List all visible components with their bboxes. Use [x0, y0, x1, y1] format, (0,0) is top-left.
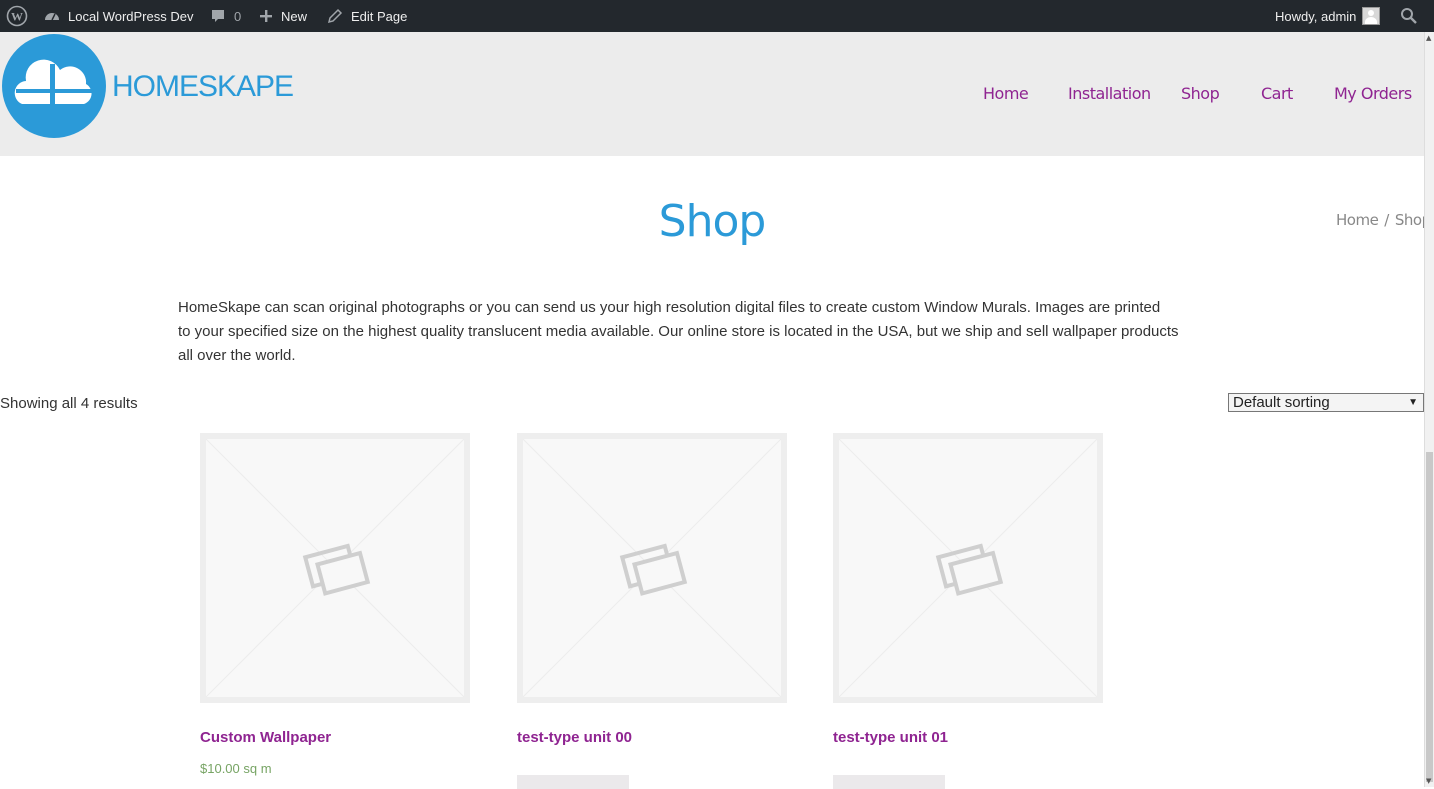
- scroll-down-icon[interactable]: ▼: [1426, 777, 1431, 785]
- sorting-select[interactable]: Default sorting ▼: [1228, 393, 1424, 412]
- page-scrollbar[interactable]: ▲ ▼: [1424, 32, 1434, 787]
- pencil-icon: [327, 8, 343, 24]
- comment-icon: [210, 8, 226, 24]
- product-image[interactable]: [833, 433, 1103, 703]
- product-price: $10.00 sq m: [200, 761, 272, 776]
- dashboard-icon: [44, 8, 60, 24]
- page-title: Shop: [658, 196, 767, 247]
- admin-bar-comments[interactable]: 0: [210, 0, 241, 32]
- nav-home[interactable]: Home: [983, 84, 1029, 103]
- admin-bar-account[interactable]: Howdy, admin: [1275, 0, 1381, 32]
- search-icon[interactable]: [1400, 0, 1418, 32]
- admin-bar-edit-page[interactable]: Edit Page: [327, 0, 407, 32]
- product-card[interactable]: test-type unit 01: [833, 433, 1103, 789]
- scroll-up-icon[interactable]: ▲: [1426, 34, 1431, 42]
- admin-bar: W Local WordPress Dev 0 New Edit Page Ho…: [0, 0, 1434, 32]
- nav-cart[interactable]: Cart: [1261, 84, 1293, 103]
- edit-page-label: Edit Page: [351, 8, 408, 24]
- scrollbar-thumb[interactable]: [1426, 452, 1433, 782]
- site-name: Local WordPress Dev: [68, 8, 194, 24]
- wordpress-logo-icon[interactable]: W: [6, 0, 28, 32]
- placeholder-image-icon: [206, 439, 464, 697]
- nav-shop[interactable]: Shop: [1181, 84, 1220, 103]
- intro-line: HomeSkape can scan original photographs …: [178, 299, 1161, 316]
- placeholder-image-icon: [839, 439, 1097, 697]
- howdy-label: Howdy, admin: [1275, 8, 1357, 24]
- placeholder-image-icon: [523, 439, 781, 697]
- intro-line: to your specified size on the highest qu…: [178, 323, 1179, 340]
- breadcrumb-home[interactable]: Home: [1336, 211, 1379, 229]
- cloud-logo-icon[interactable]: [2, 34, 106, 138]
- product-name[interactable]: Custom Wallpaper: [200, 729, 331, 746]
- breadcrumb: Home / Shop: [1336, 211, 1431, 229]
- avatar: [1362, 7, 1381, 25]
- dropdown-arrow-icon: ▼: [1408, 397, 1418, 408]
- comments-count: 0: [234, 8, 242, 24]
- result-count: Showing all 4 results: [0, 395, 138, 412]
- product-image[interactable]: [517, 433, 787, 703]
- site-header: HOMESKAPE Home Installation Shop Cart My…: [0, 32, 1424, 156]
- admin-bar-new[interactable]: New: [259, 0, 307, 32]
- product-image[interactable]: [200, 433, 470, 703]
- breadcrumb-separator: /: [1384, 211, 1389, 229]
- logo-text[interactable]: HOMESKAPE: [112, 70, 294, 104]
- sorting-value: Default sorting: [1233, 394, 1330, 411]
- new-label: New: [281, 8, 308, 24]
- svg-text:W: W: [11, 10, 23, 24]
- intro-text: HomeSkape can scan original photographs …: [178, 296, 1248, 368]
- plus-icon: [259, 9, 273, 23]
- product-card[interactable]: Custom Wallpaper $10.00 sq m: [200, 433, 470, 776]
- nav-installation[interactable]: Installation: [1068, 84, 1151, 103]
- nav-my-orders[interactable]: My Orders: [1334, 84, 1412, 103]
- product-card[interactable]: test-type unit 00: [517, 433, 787, 789]
- product-name[interactable]: test-type unit 01: [833, 729, 948, 746]
- intro-line: all over the world.: [178, 347, 296, 364]
- product-name[interactable]: test-type unit 00: [517, 729, 632, 746]
- admin-bar-site[interactable]: Local WordPress Dev: [44, 0, 193, 32]
